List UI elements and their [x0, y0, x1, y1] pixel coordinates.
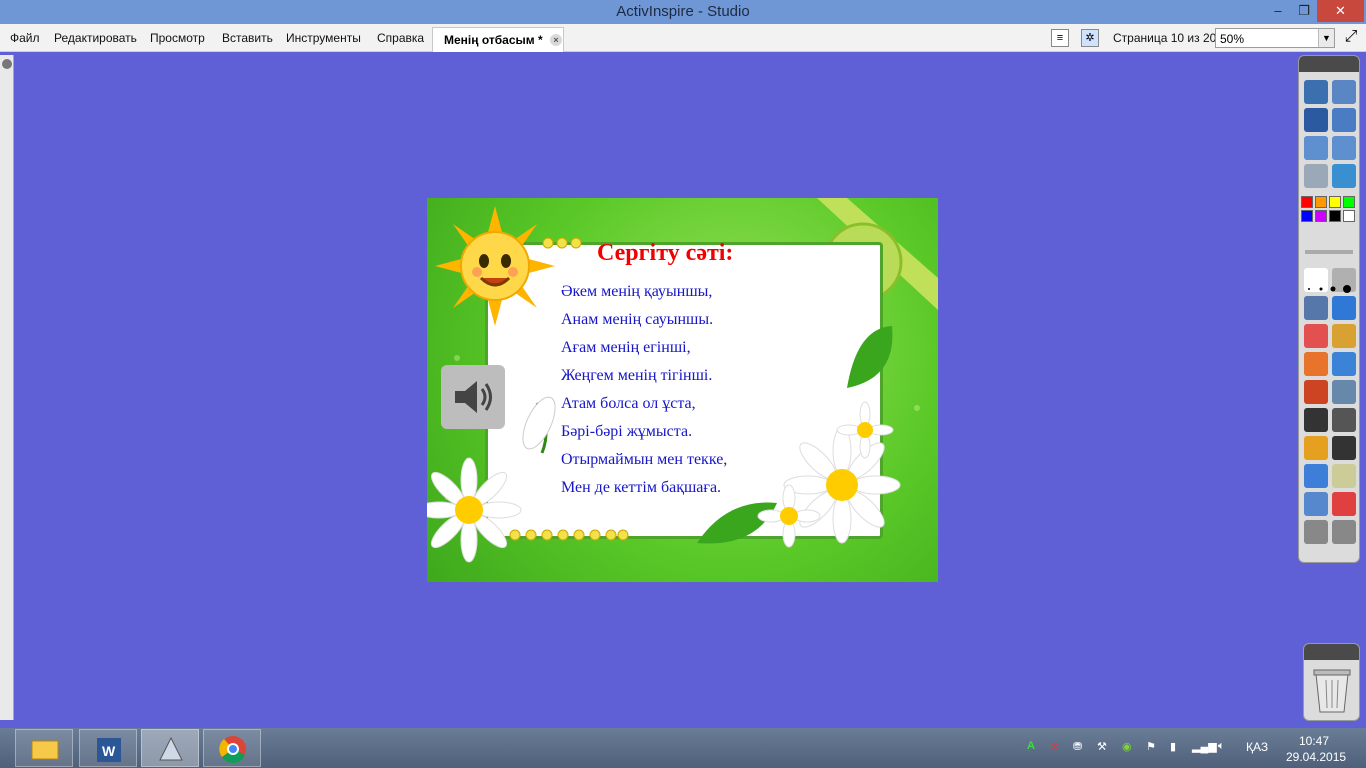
clock-date: 29.04.2015: [1286, 750, 1347, 764]
magic-ink-icon[interactable]: [1304, 492, 1328, 516]
tray-nvidia-icon[interactable]: ◉: [1122, 740, 1132, 753]
desktop-annotate-icon[interactable]: [1332, 108, 1356, 132]
word-icon: W: [97, 738, 121, 762]
clock-time: 10:47: [1298, 734, 1330, 748]
tray-x-icon[interactable]: ✕: [1050, 740, 1059, 753]
reveal-icon[interactable]: [1332, 436, 1356, 460]
menu-tools[interactable]: Инструменты: [286, 31, 361, 45]
zoom-select[interactable]: 50% ▼: [1215, 28, 1335, 48]
page-browser-icon[interactable]: [1304, 80, 1328, 104]
chrome-icon: [219, 736, 246, 764]
document-tab[interactable]: Менің отбасым * ×: [432, 27, 564, 52]
palette-swatch[interactable]: [1301, 210, 1313, 222]
pen-width-picker[interactable]: [1305, 284, 1355, 294]
file-explorer-icon: [31, 740, 59, 760]
window-title: ActivInspire - Studio: [616, 3, 750, 20]
shape-icon[interactable]: [1304, 352, 1328, 376]
tray-tools-icon[interactable]: ⚒: [1097, 740, 1107, 753]
duplicate-icon[interactable]: [1304, 380, 1328, 404]
tray-language[interactable]: ҚАЗ: [1246, 740, 1268, 754]
previous-page-icon[interactable]: [1304, 136, 1328, 160]
pen-icon[interactable]: [1304, 108, 1328, 132]
minimize-button[interactable]: –: [1265, 0, 1291, 22]
handwriting-icon[interactable]: [1332, 464, 1356, 488]
tab-close-icon[interactable]: ×: [550, 34, 562, 46]
reset-icon[interactable]: [1332, 492, 1356, 516]
connector-icon[interactable]: [1332, 352, 1356, 376]
trash-icon: [1313, 669, 1351, 713]
tray-power-icon[interactable]: ▮: [1170, 740, 1176, 753]
play-icon[interactable]: [1304, 164, 1328, 188]
menu-help[interactable]: Справка: [377, 31, 424, 45]
resource-browser-icon[interactable]: [1332, 80, 1356, 104]
page-indicator: Страница 10 из 20: [1113, 31, 1217, 45]
title-bar: ActivInspire - Studio – ❐ ✕: [0, 0, 1366, 24]
palette-swatch[interactable]: [1343, 210, 1355, 222]
taskbar-word[interactable]: W: [79, 729, 137, 767]
page-extensions-icon[interactable]: ✲: [1081, 29, 1099, 47]
fill-icon[interactable]: [1332, 324, 1356, 348]
trash-header: [1304, 644, 1359, 660]
palette-swatch[interactable]: [1301, 196, 1313, 208]
page-notes-icon[interactable]: ≡: [1051, 29, 1069, 47]
next-page-icon[interactable]: [1332, 136, 1356, 160]
undo-icon[interactable]: [1304, 520, 1328, 544]
taskbar: W: [0, 728, 1366, 768]
spellcheck-icon[interactable]: [1304, 436, 1328, 460]
tray-network-icon[interactable]: ⛃: [1073, 740, 1082, 753]
taskbar-chrome[interactable]: [203, 729, 261, 767]
browser-icon[interactable]: [1304, 464, 1328, 488]
main-toolbox[interactable]: [1298, 55, 1360, 563]
menu-insert[interactable]: Вставить: [222, 31, 273, 45]
menu-edit[interactable]: Редактировать: [54, 31, 137, 45]
taskbar-explorer[interactable]: [15, 729, 73, 767]
menu-file[interactable]: Файл: [10, 31, 40, 45]
eraser-icon[interactable]: [1304, 324, 1328, 348]
activinspire-icon: [159, 736, 183, 761]
clock[interactable]: 10:47 29.04.2015: [1286, 733, 1347, 765]
palette-swatch[interactable]: [1315, 210, 1327, 222]
palette-swatch[interactable]: [1343, 196, 1355, 208]
tray-volume-icon[interactable]: 🔈︎: [1218, 740, 1225, 753]
highlighter-icon[interactable]: [1332, 296, 1356, 320]
tray-a-icon[interactable]: A: [1027, 740, 1035, 752]
maximize-button[interactable]: ❐: [1291, 0, 1317, 22]
menu-view[interactable]: Просмотр: [150, 31, 205, 45]
toolbox-header[interactable]: [1299, 56, 1359, 72]
palette-swatch[interactable]: [1329, 210, 1341, 222]
document-tab-label: Менің отбасым *: [444, 33, 543, 47]
redo-icon[interactable]: [1332, 520, 1356, 544]
svg-text:W: W: [102, 743, 116, 759]
palette-swatch[interactable]: [1315, 196, 1327, 208]
tray-flag-icon[interactable]: ⚑: [1146, 740, 1156, 753]
zoom-value: 50%: [1220, 32, 1245, 46]
tray-signal-icon[interactable]: ▂▄▆: [1192, 740, 1217, 753]
fullscreen-icon[interactable]: ⤢: [1342, 29, 1360, 47]
refresh-icon[interactable]: [1332, 164, 1356, 188]
palette-swatch[interactable]: [1329, 196, 1341, 208]
taskbar-activinspire[interactable]: [141, 729, 199, 767]
daisy-decoration: [427, 237, 901, 563]
trash-can[interactable]: [1303, 643, 1360, 721]
clear-icon[interactable]: [1332, 380, 1356, 404]
close-button[interactable]: ✕: [1317, 0, 1364, 22]
chevron-down-icon[interactable]: ▼: [1318, 29, 1334, 47]
width-slider[interactable]: [1305, 250, 1353, 254]
left-panel-strip[interactable]: [0, 55, 14, 720]
grid-icon[interactable]: [1332, 408, 1356, 432]
pin-icon[interactable]: [2, 59, 12, 69]
flipchart-page[interactable]: Сергіту сәті: Әкем менің қауыншы, Анам м…: [427, 198, 938, 582]
text-icon[interactable]: [1304, 408, 1328, 432]
pen-tool-icon[interactable]: [1304, 296, 1328, 320]
